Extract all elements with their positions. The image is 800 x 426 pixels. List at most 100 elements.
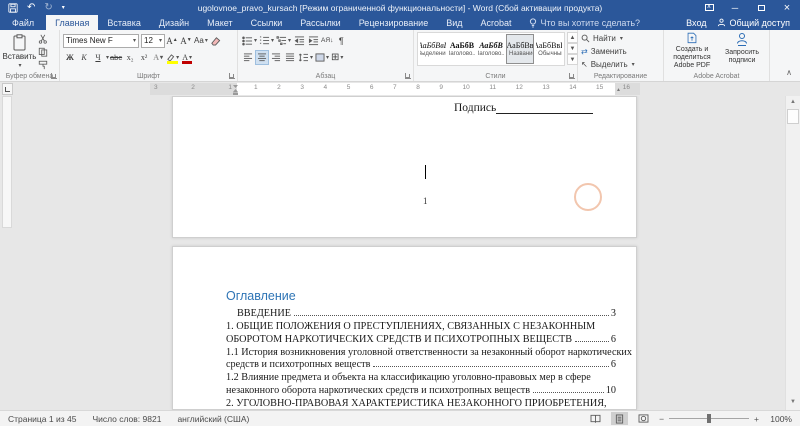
redo-icon[interactable]: ↻ <box>44 2 52 13</box>
numbering-button[interactable]: ▾ <box>258 33 275 48</box>
right-indent-marker-icon[interactable]: ▲ <box>616 87 621 93</box>
toc-entry-line[interactable]: ХРАНЕНИЯ, ПЕРЕВОЗКИ, ИЗГОТОВЛЕНИЯ, ПЕРЕР… <box>226 409 616 410</box>
web-layout-button[interactable] <box>635 412 652 425</box>
bold-button[interactable]: Ж <box>63 50 77 65</box>
scrollbar-thumb[interactable] <box>787 109 799 124</box>
customize-qat-icon[interactable]: ▾ <box>62 3 65 13</box>
style-card-title[interactable]: АаБбВв ¶ Название <box>506 34 534 64</box>
toc-entry-line[interactable]: 2. УГОЛОВНО-ПРАВОВАЯ ХАРАКТЕРИСТИКА НЕЗА… <box>226 396 616 409</box>
tab-design[interactable]: Дизайн <box>150 15 198 30</box>
zoom-out-button[interactable]: − <box>659 414 664 424</box>
scroll-down-icon[interactable]: ▼ <box>786 396 800 408</box>
dialog-launcher-icon[interactable] <box>569 73 575 79</box>
read-mode-button[interactable] <box>587 412 604 425</box>
tab-acrobat[interactable]: Acrobat <box>472 15 521 30</box>
text-effects-button[interactable]: А ▾ <box>151 50 165 65</box>
tab-home[interactable]: Главная <box>46 15 99 30</box>
justify-button[interactable] <box>283 50 297 65</box>
tab-file[interactable]: Файл <box>0 15 46 30</box>
style-card-heading1[interactable]: АаБбВ Заголово... <box>448 34 476 64</box>
copy-button[interactable] <box>36 46 50 58</box>
undo-icon[interactable]: ↶ <box>27 2 35 13</box>
underline-button[interactable]: Ч <box>91 50 105 65</box>
change-case-button[interactable]: Аа ▾ <box>193 33 209 48</box>
highlight-button[interactable]: ▾ <box>165 50 180 65</box>
dialog-launcher-icon[interactable] <box>229 73 235 79</box>
grow-font-button[interactable]: А ▲ <box>165 33 179 48</box>
dialog-launcher-icon[interactable] <box>51 73 57 79</box>
minimize-icon[interactable]: ─ <box>722 0 748 15</box>
italic-button[interactable]: К <box>77 50 91 65</box>
tab-mailings[interactable]: Рассылки <box>291 15 349 30</box>
shading-button[interactable]: ▾ <box>314 50 330 65</box>
select-button[interactable]: ↖ Выделить ▾ <box>581 58 661 71</box>
subscript-button[interactable]: x₂ <box>123 50 137 65</box>
page-indicator[interactable]: Страница 1 из 45 <box>8 414 76 424</box>
toc-entry-line[interactable]: незаконного оборота наркотических средст… <box>226 383 616 396</box>
toc-entry-line[interactable]: ВВЕДЕНИЕ 3 <box>226 306 616 319</box>
ribbon-display-options-icon[interactable]: ∧ <box>696 0 722 15</box>
show-paragraph-marks-button[interactable]: ¶ <box>334 33 348 48</box>
toc-entry-line[interactable]: 1.2 Влияние предмета и объекта на класси… <box>226 370 616 383</box>
style-card-heading2[interactable]: АаБбВ Заголово... <box>477 34 505 64</box>
document-page-1[interactable]: Подпись 1 <box>172 96 637 238</box>
tab-references[interactable]: Ссылки <box>242 15 292 30</box>
style-card-normal[interactable]: АаБбВвГ ¶ Обычный <box>535 34 563 64</box>
language-indicator[interactable]: английский (США) <box>177 414 249 424</box>
horizontal-ruler[interactable]: 321 1234 5678 9 10 11 12 13 14 15 16 ▲ <box>150 83 640 95</box>
borders-button[interactable]: ⊞ ▾ <box>330 50 344 65</box>
tell-me-box[interactable]: Что вы хотите сделать? <box>521 15 649 30</box>
toc-entry-line[interactable]: 1. ОБЩИЕ ПОЛОЖЕНИЯ О ПРЕСТУПЛЕНИЯХ, СВЯЗ… <box>226 319 616 332</box>
format-painter-button[interactable] <box>36 59 50 71</box>
tab-layout[interactable]: Макет <box>198 15 241 30</box>
styles-scroll-down-icon[interactable]: ▼ <box>567 43 578 54</box>
paste-button[interactable]: Вставить ▾ <box>3 32 36 70</box>
print-layout-button[interactable] <box>611 412 629 425</box>
align-center-button[interactable] <box>255 50 269 65</box>
word-count[interactable]: Число слов: 9821 <box>92 414 161 424</box>
font-size-combo[interactable]: 12 ▾ <box>141 33 165 48</box>
shrink-font-button[interactable]: А ▼ <box>179 33 193 48</box>
tab-selector[interactable] <box>2 83 13 95</box>
share-button[interactable]: Общий доступ <box>717 18 790 28</box>
font-color-button[interactable]: А ▾ <box>180 50 194 65</box>
align-right-button[interactable] <box>269 50 283 65</box>
document-page-2[interactable]: Оглавление ВВЕДЕНИЕ 3 1. ОБЩИЕ ПОЛОЖЕНИЯ … <box>172 246 637 410</box>
increase-indent-button[interactable] <box>306 33 320 48</box>
line-spacing-button[interactable]: ▾ <box>297 50 314 65</box>
sign-in-button[interactable]: Вход <box>686 18 706 28</box>
save-icon[interactable] <box>8 2 18 13</box>
find-button[interactable]: Найти ▾ <box>581 32 661 45</box>
vertical-ruler[interactable] <box>2 96 12 228</box>
superscript-button[interactable]: x² <box>137 50 151 65</box>
scroll-up-icon[interactable]: ▲ <box>786 96 800 108</box>
request-signatures-button[interactable]: Запросить подписи <box>717 32 767 70</box>
vertical-scrollbar[interactable]: ▲ ▼ <box>785 96 800 410</box>
toc-entry-line[interactable]: средств и психотропных веществ 6 <box>226 358 616 370</box>
multilevel-list-button[interactable]: ▾ <box>275 33 292 48</box>
zoom-slider[interactable] <box>669 414 750 423</box>
toc-entry-line[interactable]: 1.1 История возникновения уголовной отве… <box>226 345 632 358</box>
tab-view[interactable]: Вид <box>437 15 471 30</box>
toc-entry-line[interactable]: ОБОРОТОМ НАРКОТИЧЕСКИХ СРЕДСТВ И ПСИХОТР… <box>226 332 616 345</box>
clear-formatting-button[interactable] <box>209 33 223 48</box>
restore-icon[interactable] <box>748 0 774 15</box>
sort-button[interactable]: АЯ↓ <box>320 33 334 48</box>
tab-review[interactable]: Рецензирование <box>350 15 438 30</box>
font-name-combo[interactable]: Times New F ▾ <box>63 33 139 48</box>
style-card-emphasis[interactable]: АаБбВвГ Выделение <box>419 34 447 64</box>
cut-button[interactable] <box>36 33 50 45</box>
zoom-in-button[interactable]: + <box>754 414 759 424</box>
collapse-ribbon-icon[interactable]: ∧ <box>786 68 792 77</box>
bullets-button[interactable]: ▾ <box>241 33 258 48</box>
styles-more-icon[interactable]: ▼ <box>567 54 578 65</box>
table-of-contents[interactable]: Оглавление ВВЕДЕНИЕ 3 1. ОБЩИЕ ПОЛОЖЕНИЯ … <box>226 289 632 410</box>
styles-scroll-up-icon[interactable]: ▲ <box>567 32 578 43</box>
create-pdf-button[interactable]: Создать и поделиться Adobe PDF <box>667 32 717 70</box>
decrease-indent-button[interactable] <box>292 33 306 48</box>
dialog-launcher-icon[interactable] <box>405 73 411 79</box>
close-icon[interactable]: × <box>774 0 800 15</box>
replace-button[interactable]: ⇄ Заменить <box>581 45 661 58</box>
tab-insert[interactable]: Вставка <box>98 15 149 30</box>
align-left-button[interactable] <box>241 50 255 65</box>
